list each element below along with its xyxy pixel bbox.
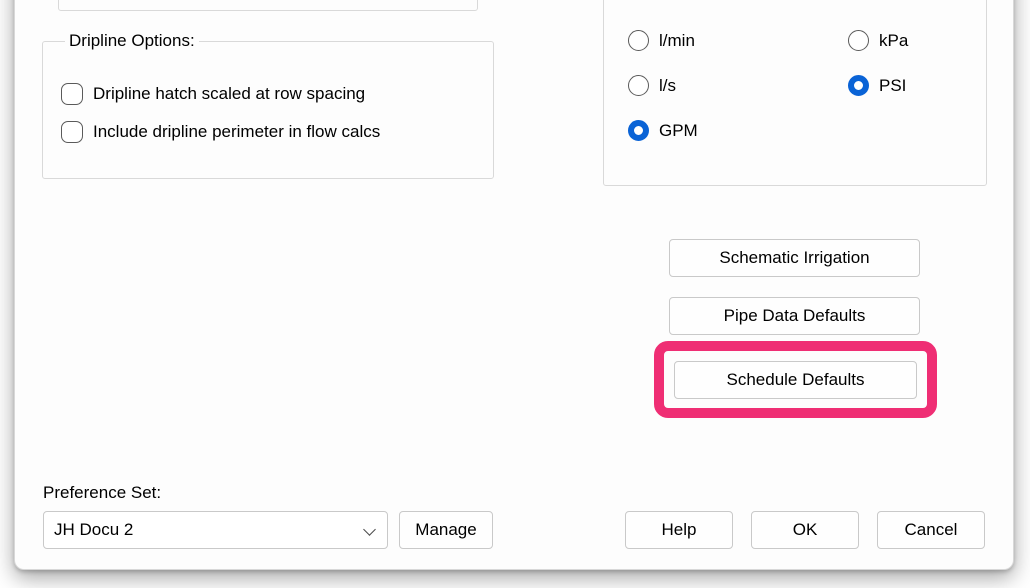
preference-set-select[interactable]: JH Docu 2 <box>43 511 388 549</box>
ok-label: OK <box>793 520 818 540</box>
dripline-hatch-row: Dripline hatch scaled at row spacing <box>61 83 475 105</box>
flow-gpm-cell: GPM <box>628 120 698 141</box>
cancel-button[interactable]: Cancel <box>877 511 985 549</box>
cancel-label: Cancel <box>905 520 958 540</box>
flow-lmin-radio[interactable] <box>628 30 649 51</box>
manage-label: Manage <box>415 520 476 540</box>
units-group: l/min l/s GPM kPa <box>603 0 987 186</box>
dripline-options-group: Dripline Options: Dripline hatch scaled … <box>42 31 494 179</box>
pressure-psi-radio[interactable] <box>848 75 869 96</box>
flow-gpm-label: GPM <box>659 121 698 141</box>
help-label: Help <box>662 520 697 540</box>
flow-gpm-radio[interactable] <box>628 120 649 141</box>
dripline-hatch-checkbox[interactable] <box>61 83 83 105</box>
dripline-options-legend: Dripline Options: <box>65 31 199 51</box>
pressure-psi-cell: PSI <box>848 75 906 96</box>
help-button[interactable]: Help <box>625 511 733 549</box>
dripline-perimeter-checkbox[interactable] <box>61 121 83 143</box>
pressure-kpa-label: kPa <box>879 31 908 51</box>
pressure-kpa-cell: kPa <box>848 30 908 51</box>
preferences-dialog: Dripline Options: Dripline hatch scaled … <box>14 0 1014 570</box>
chevron-down-icon <box>363 523 377 537</box>
schematic-irrigation-label: Schematic Irrigation <box>719 248 869 268</box>
units-grid: l/min l/s GPM kPa <box>628 0 976 175</box>
schedule-defaults-label: Schedule Defaults <box>727 370 865 390</box>
pipe-data-defaults-button[interactable]: Pipe Data Defaults <box>669 297 920 335</box>
pressure-psi-label: PSI <box>879 76 906 96</box>
dripline-perimeter-row: Include dripline perimeter in flow calcs <box>61 121 475 143</box>
preference-set-caption: Preference Set: <box>43 483 161 503</box>
flow-lmin-cell: l/min <box>628 30 695 51</box>
manage-button[interactable]: Manage <box>399 511 493 549</box>
pipe-data-defaults-label: Pipe Data Defaults <box>724 306 866 326</box>
preference-set-value: JH Docu 2 <box>54 520 133 540</box>
highlight-schedule-defaults: Schedule Defaults <box>654 341 937 418</box>
dripline-perimeter-label: Include dripline perimeter in flow calcs <box>93 122 380 142</box>
flow-ls-cell: l/s <box>628 75 676 96</box>
dripline-hatch-label: Dripline hatch scaled at row spacing <box>93 84 365 104</box>
flow-ls-radio[interactable] <box>628 75 649 96</box>
schematic-irrigation-button[interactable]: Schematic Irrigation <box>669 239 920 277</box>
previous-panel-placeholder <box>58 0 478 11</box>
pressure-kpa-radio[interactable] <box>848 30 869 51</box>
ok-button[interactable]: OK <box>751 511 859 549</box>
flow-lmin-label: l/min <box>659 31 695 51</box>
window: Dripline Options: Dripline hatch scaled … <box>0 0 1030 588</box>
schedule-defaults-button[interactable]: Schedule Defaults <box>674 361 917 399</box>
flow-ls-label: l/s <box>659 76 676 96</box>
